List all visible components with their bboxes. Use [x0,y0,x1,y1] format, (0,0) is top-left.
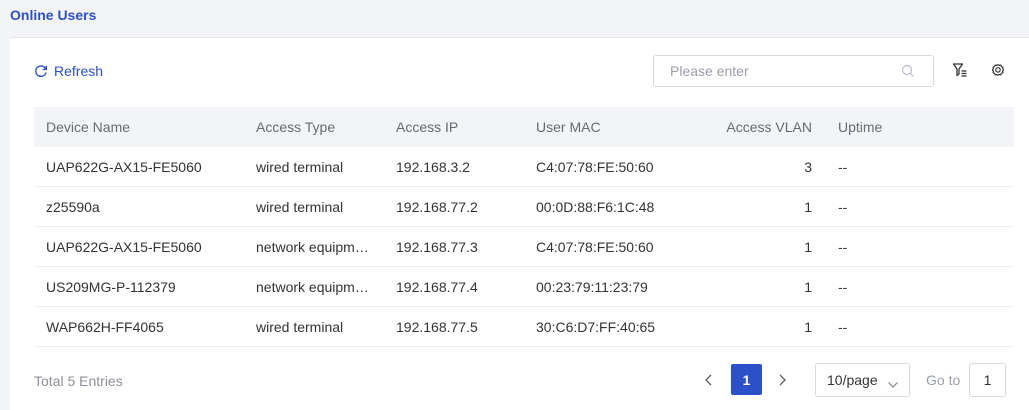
chevron-right-icon[interactable] [776,373,788,390]
cell-access-type: network equipm… [256,238,369,255]
chevron-down-icon [887,376,899,392]
column-header-device-name: Device Name [46,119,131,135]
chevron-left-icon[interactable] [703,373,715,390]
cell-access-vlan: 1 [804,278,812,295]
table-row[interactable]: US209MG-P-112379 network equipm… 192.168… [34,267,1014,307]
page-size-select[interactable]: 10/page [815,363,910,397]
goto-page-input[interactable] [969,363,1006,397]
cell-user-mac: 00:0D:88:F6:1C:48 [536,198,655,215]
table-row[interactable]: z25590a wired terminal 192.168.77.2 00:0… [34,187,1014,227]
cell-device-name: z25590a [46,198,100,215]
search-input[interactable] [654,56,933,86]
column-header-uptime: Uptime [838,119,883,135]
gear-icon[interactable] [990,62,1006,81]
cell-access-vlan: 3 [804,158,812,175]
cell-access-vlan: 1 [804,198,812,215]
cell-access-ip: 192.168.77.3 [396,238,478,255]
cell-access-type: wired terminal [256,318,344,335]
cell-user-mac: C4:07:78:FE:50:60 [536,158,654,175]
total-entries: Total 5 Entries [34,373,123,389]
cell-device-name: UAP622G-AX15-FE5060 [46,238,202,255]
cell-user-mac: C4:07:78:FE:50:60 [536,238,654,255]
cell-access-ip: 192.168.3.2 [396,158,470,175]
table-row[interactable]: WAP662H-FF4065 wired terminal 192.168.77… [34,307,1014,347]
column-header-access-type: Access Type [256,119,336,135]
cell-access-ip: 192.168.77.5 [396,318,478,335]
cell-device-name: US209MG-P-112379 [46,278,176,295]
refresh-button[interactable]: Refresh [34,62,103,80]
table-header: Device Name Access Type Access IP User M… [34,107,1014,147]
online-users-panel: Refresh Device Name Access Type Access I [10,37,1029,410]
refresh-label: Refresh [54,63,104,79]
page-button-current[interactable]: 1 [731,364,762,395]
cell-user-mac: 30:C6:D7:FF:40:65 [536,318,656,335]
column-header-access-vlan: Access VLAN [726,119,812,135]
refresh-icon [34,64,48,78]
cell-user-mac: 00:23:79:11:23:79 [536,278,648,295]
table-row[interactable]: UAP622G-AX15-FE5060 wired terminal 192.1… [34,147,1014,187]
cell-access-type: wired terminal [256,198,344,215]
cell-uptime: -- [838,278,848,295]
cell-uptime: -- [838,158,848,175]
cell-access-ip: 192.168.77.4 [396,278,478,295]
page-size-value: 10/page [827,372,878,388]
search-box [653,55,934,87]
cell-access-vlan: 1 [804,318,812,335]
cell-access-type: network equipm… [256,278,369,295]
cell-uptime: -- [838,318,848,335]
search-icon[interactable] [901,64,915,81]
online-users-table: Device Name Access Type Access IP User M… [34,107,1014,347]
cell-access-ip: 192.168.77.2 [396,198,478,215]
goto-label: Go to [926,372,961,388]
cell-device-name: WAP662H-FF4065 [46,318,164,335]
column-header-user-mac: User MAC [536,119,601,135]
filter-icon[interactable] [952,62,968,81]
cell-uptime: -- [838,238,848,255]
cell-access-type: wired terminal [256,158,344,175]
cell-device-name: UAP622G-AX15-FE5060 [46,158,202,175]
column-header-access-ip: Access IP [396,119,459,135]
page-title: Online Users [10,7,97,23]
cell-uptime: -- [838,198,848,215]
cell-access-vlan: 1 [804,238,812,255]
table-row[interactable]: UAP622G-AX15-FE5060 network equipm… 192.… [34,227,1014,267]
